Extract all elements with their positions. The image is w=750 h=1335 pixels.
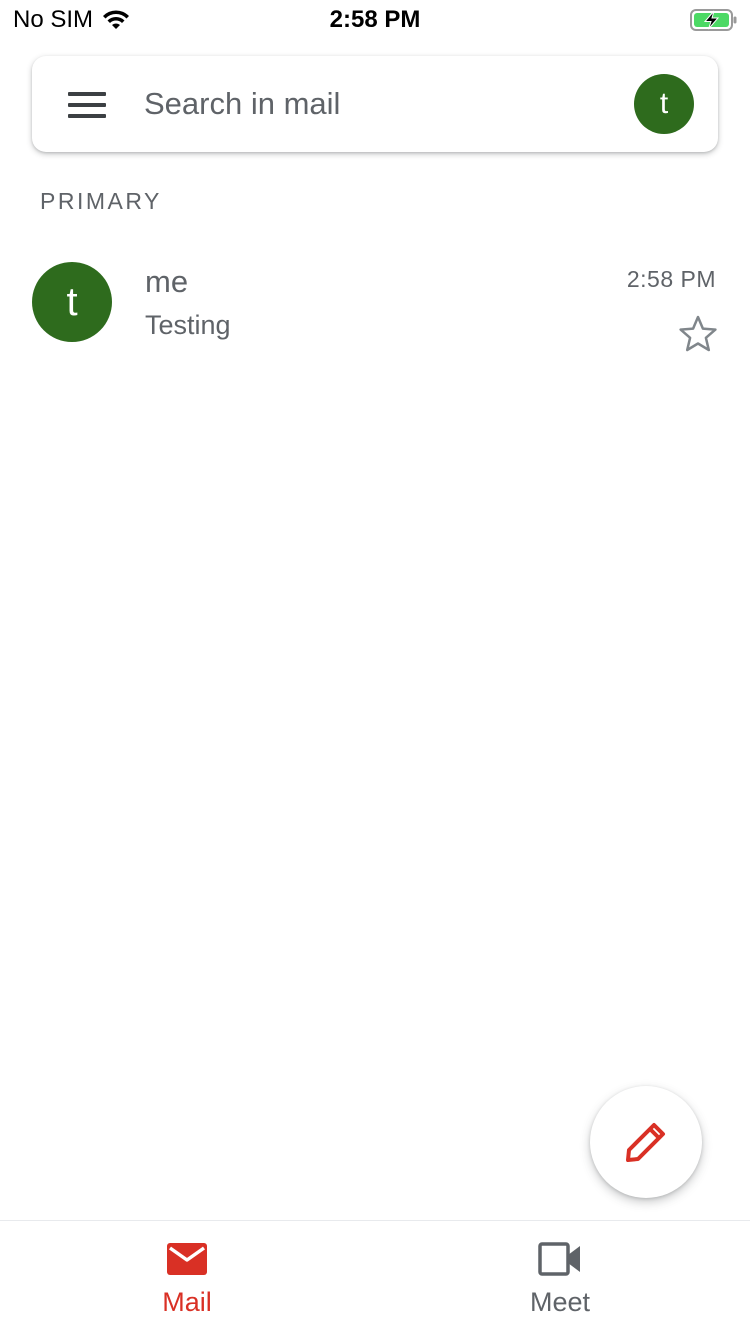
search-input[interactable] bbox=[144, 84, 584, 124]
pencil-icon bbox=[626, 1123, 665, 1162]
search-bar: t bbox=[32, 56, 718, 152]
status-bar: No SIM 2:58 PM bbox=[0, 0, 750, 40]
section-label-primary: PRIMARY bbox=[40, 188, 162, 214]
bottom-navigation: Mail Meet bbox=[0, 1220, 750, 1335]
video-camera-icon bbox=[538, 1242, 580, 1276]
nav-label-meet: Meet bbox=[529, 1287, 591, 1317]
account-avatar[interactable]: t bbox=[634, 74, 694, 134]
email-sender: me bbox=[145, 264, 189, 299]
star-icon[interactable] bbox=[678, 314, 718, 354]
nav-item-mail[interactable]: Mail bbox=[87, 1221, 287, 1335]
sender-avatar[interactable]: t bbox=[32, 262, 112, 342]
status-time: 2:58 PM bbox=[329, 6, 421, 33]
sender-avatar-initial: t bbox=[66, 279, 78, 324]
email-list-item[interactable]: t me Testing 2:58 PM bbox=[0, 250, 750, 360]
compose-button[interactable] bbox=[590, 1086, 702, 1198]
hamburger-menu-icon[interactable] bbox=[68, 92, 106, 118]
nav-item-meet[interactable]: Meet bbox=[460, 1221, 660, 1335]
battery-charging-icon bbox=[690, 9, 737, 31]
email-time: 2:58 PM bbox=[626, 266, 716, 292]
mail-icon bbox=[167, 1243, 207, 1275]
email-subject: Testing bbox=[145, 310, 231, 340]
account-avatar-initial: t bbox=[659, 87, 669, 120]
nav-label-mail: Mail bbox=[162, 1287, 212, 1317]
